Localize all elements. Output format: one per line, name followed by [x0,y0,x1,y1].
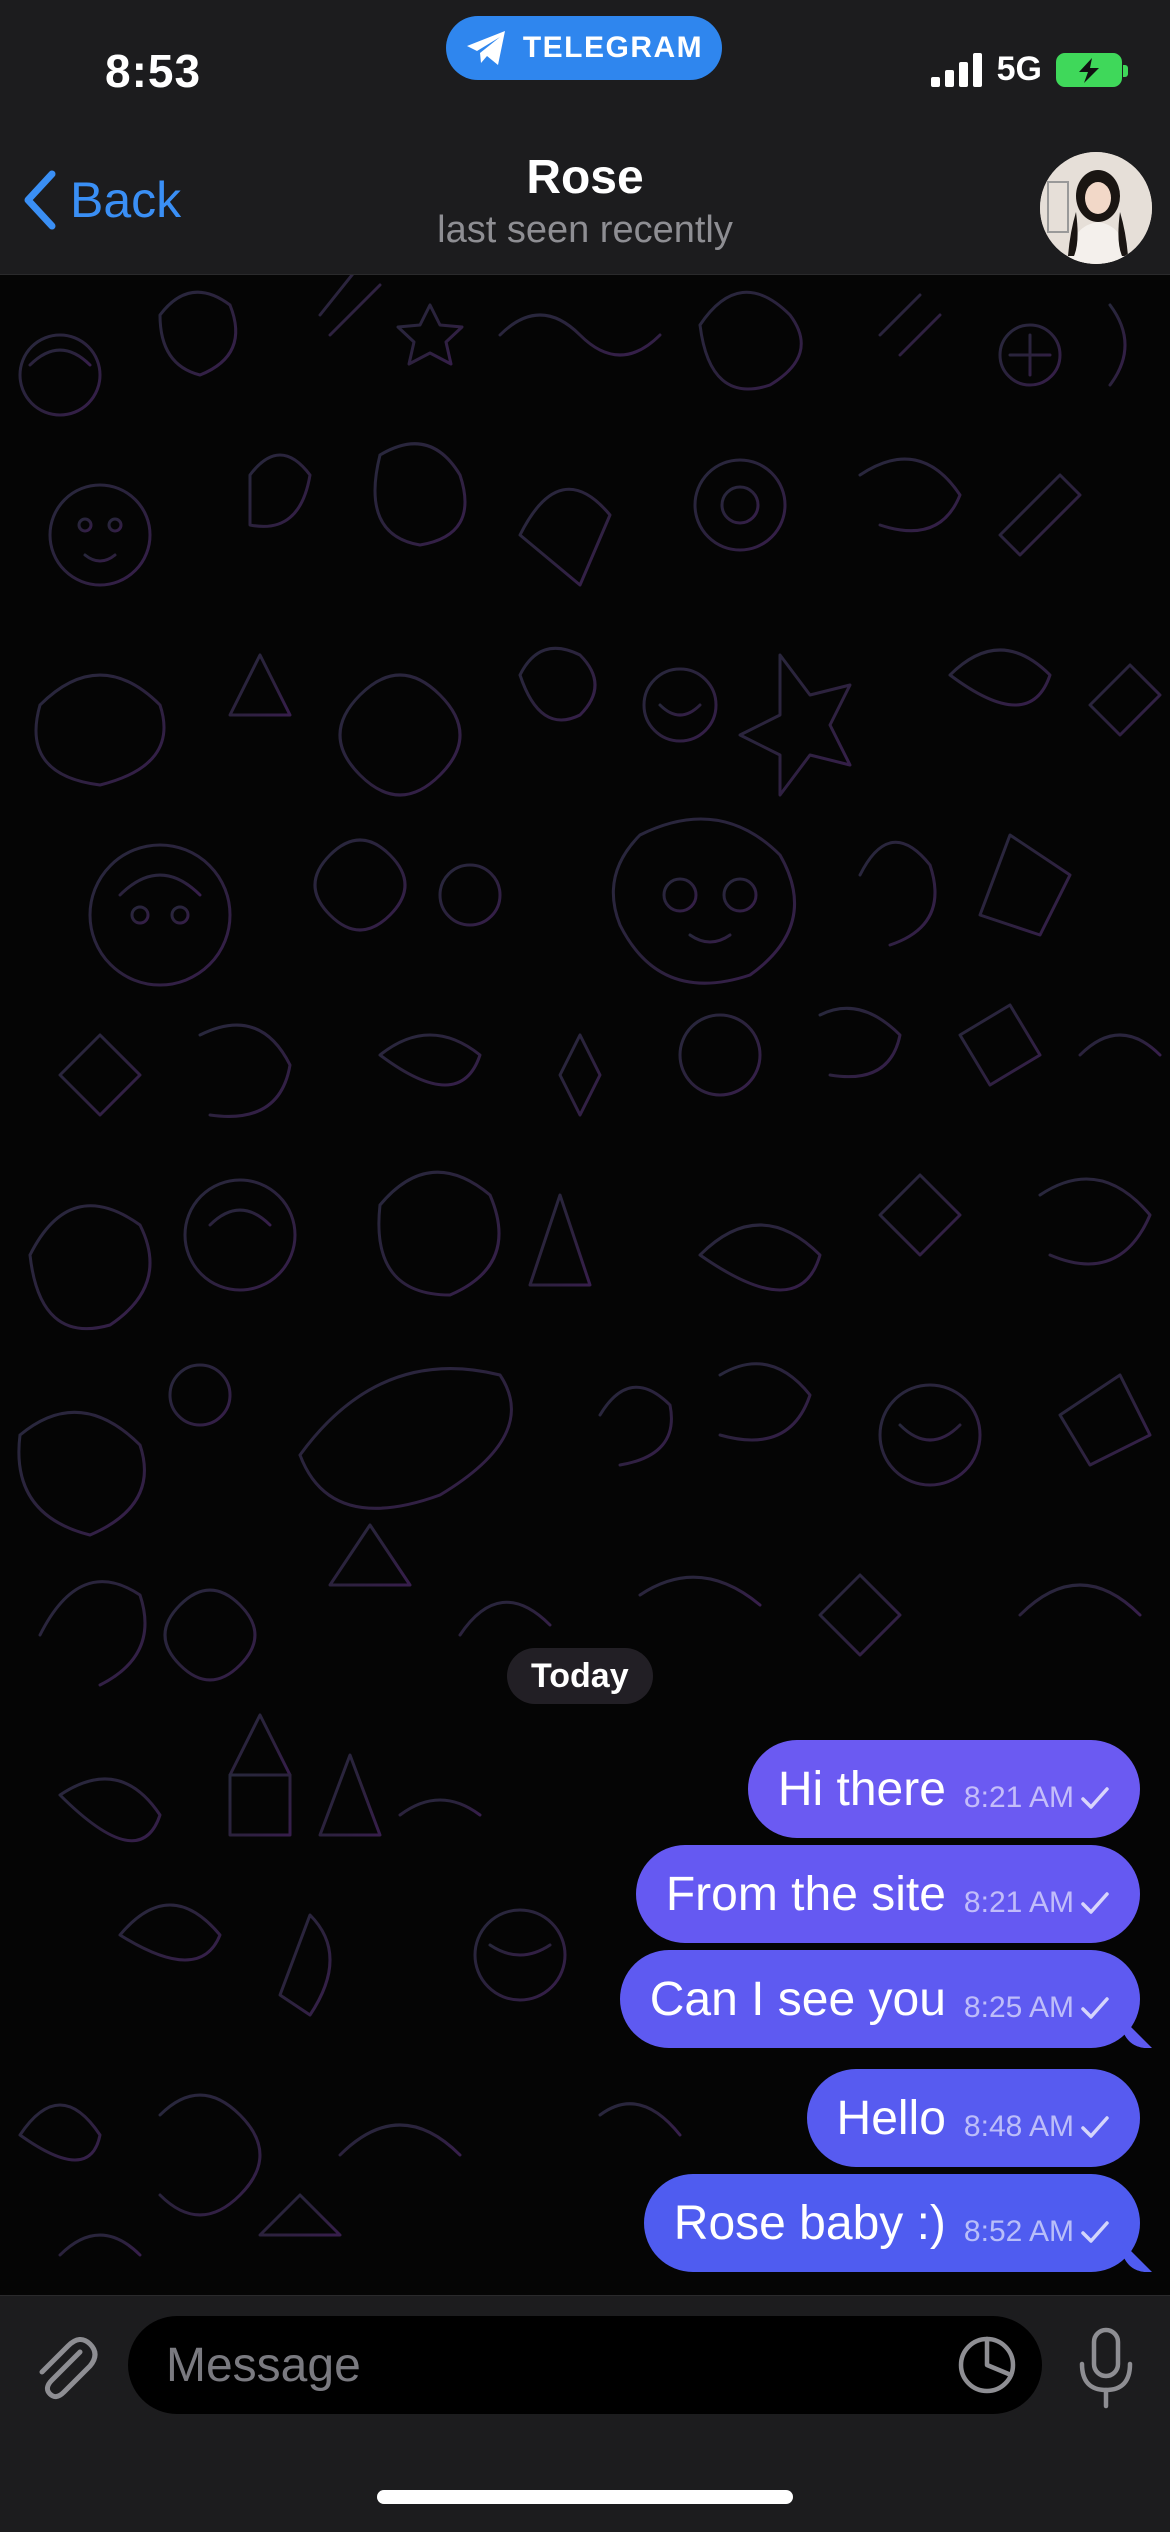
message-text: Hi there [777,1762,946,1816]
app-pill-label: TELEGRAM [522,31,704,64]
message-text: Rose baby :) [673,2196,946,2250]
message-field[interactable] [128,2316,1042,2414]
message-input[interactable] [128,2316,956,2414]
message-bubble[interactable]: From the site 8:21 AM [635,1845,1140,1943]
telegram-icon [466,31,505,65]
date-separator: Today [507,1648,653,1704]
message-text: From the site [665,1867,946,1921]
checkmark-icon [1081,1787,1109,1809]
message-time: 8:48 AM [963,2110,1074,2143]
status-time: 8:53 [105,45,202,97]
chat-area[interactable]: Today Hi there 8:21 AM From the site 8:2… [0,275,1170,2295]
signal-icon [930,52,982,87]
checkmark-icon [1081,2221,1109,2243]
microphone-icon[interactable] [1076,2326,1136,2410]
message-text: Hello [836,2091,946,2145]
message-time: 8:52 AM [963,2215,1074,2248]
message-time: 8:21 AM [963,1886,1074,1919]
network-label: 5G [996,50,1042,88]
message-time: 8:25 AM [963,1991,1074,2024]
battery-charging-icon [1056,52,1128,87]
chat-subtitle: last seen recently [437,209,733,251]
home-indicator[interactable] [377,2490,793,2504]
message-text: Can I see you [649,1972,946,2026]
paperclip-icon[interactable] [28,2332,102,2406]
checkmark-icon [1081,1892,1109,1914]
message-bubble[interactable]: Hi there 8:21 AM [747,1740,1140,1838]
top-bar: 8:53 TELEGRAM 5G Back Rose last seen rec… [0,0,1170,275]
chat-header[interactable]: Rose last seen recently [0,150,1170,252]
message-bubble[interactable]: Can I see you 8:25 AM [619,1950,1140,2048]
message-time: 8:21 AM [963,1781,1074,1814]
checkmark-icon [1081,1997,1109,2019]
checkmark-icon [1081,2116,1109,2138]
status-indicators: 5G [930,50,1128,89]
avatar[interactable] [1040,152,1152,264]
message-bubble[interactable]: Rose baby :) 8:52 AM [643,2174,1140,2272]
sticker-icon[interactable] [956,2334,1018,2396]
app-pill[interactable]: TELEGRAM [446,16,722,80]
message-bubble[interactable]: Hello 8:48 AM [806,2069,1140,2167]
chat-title: Rose [526,151,644,204]
